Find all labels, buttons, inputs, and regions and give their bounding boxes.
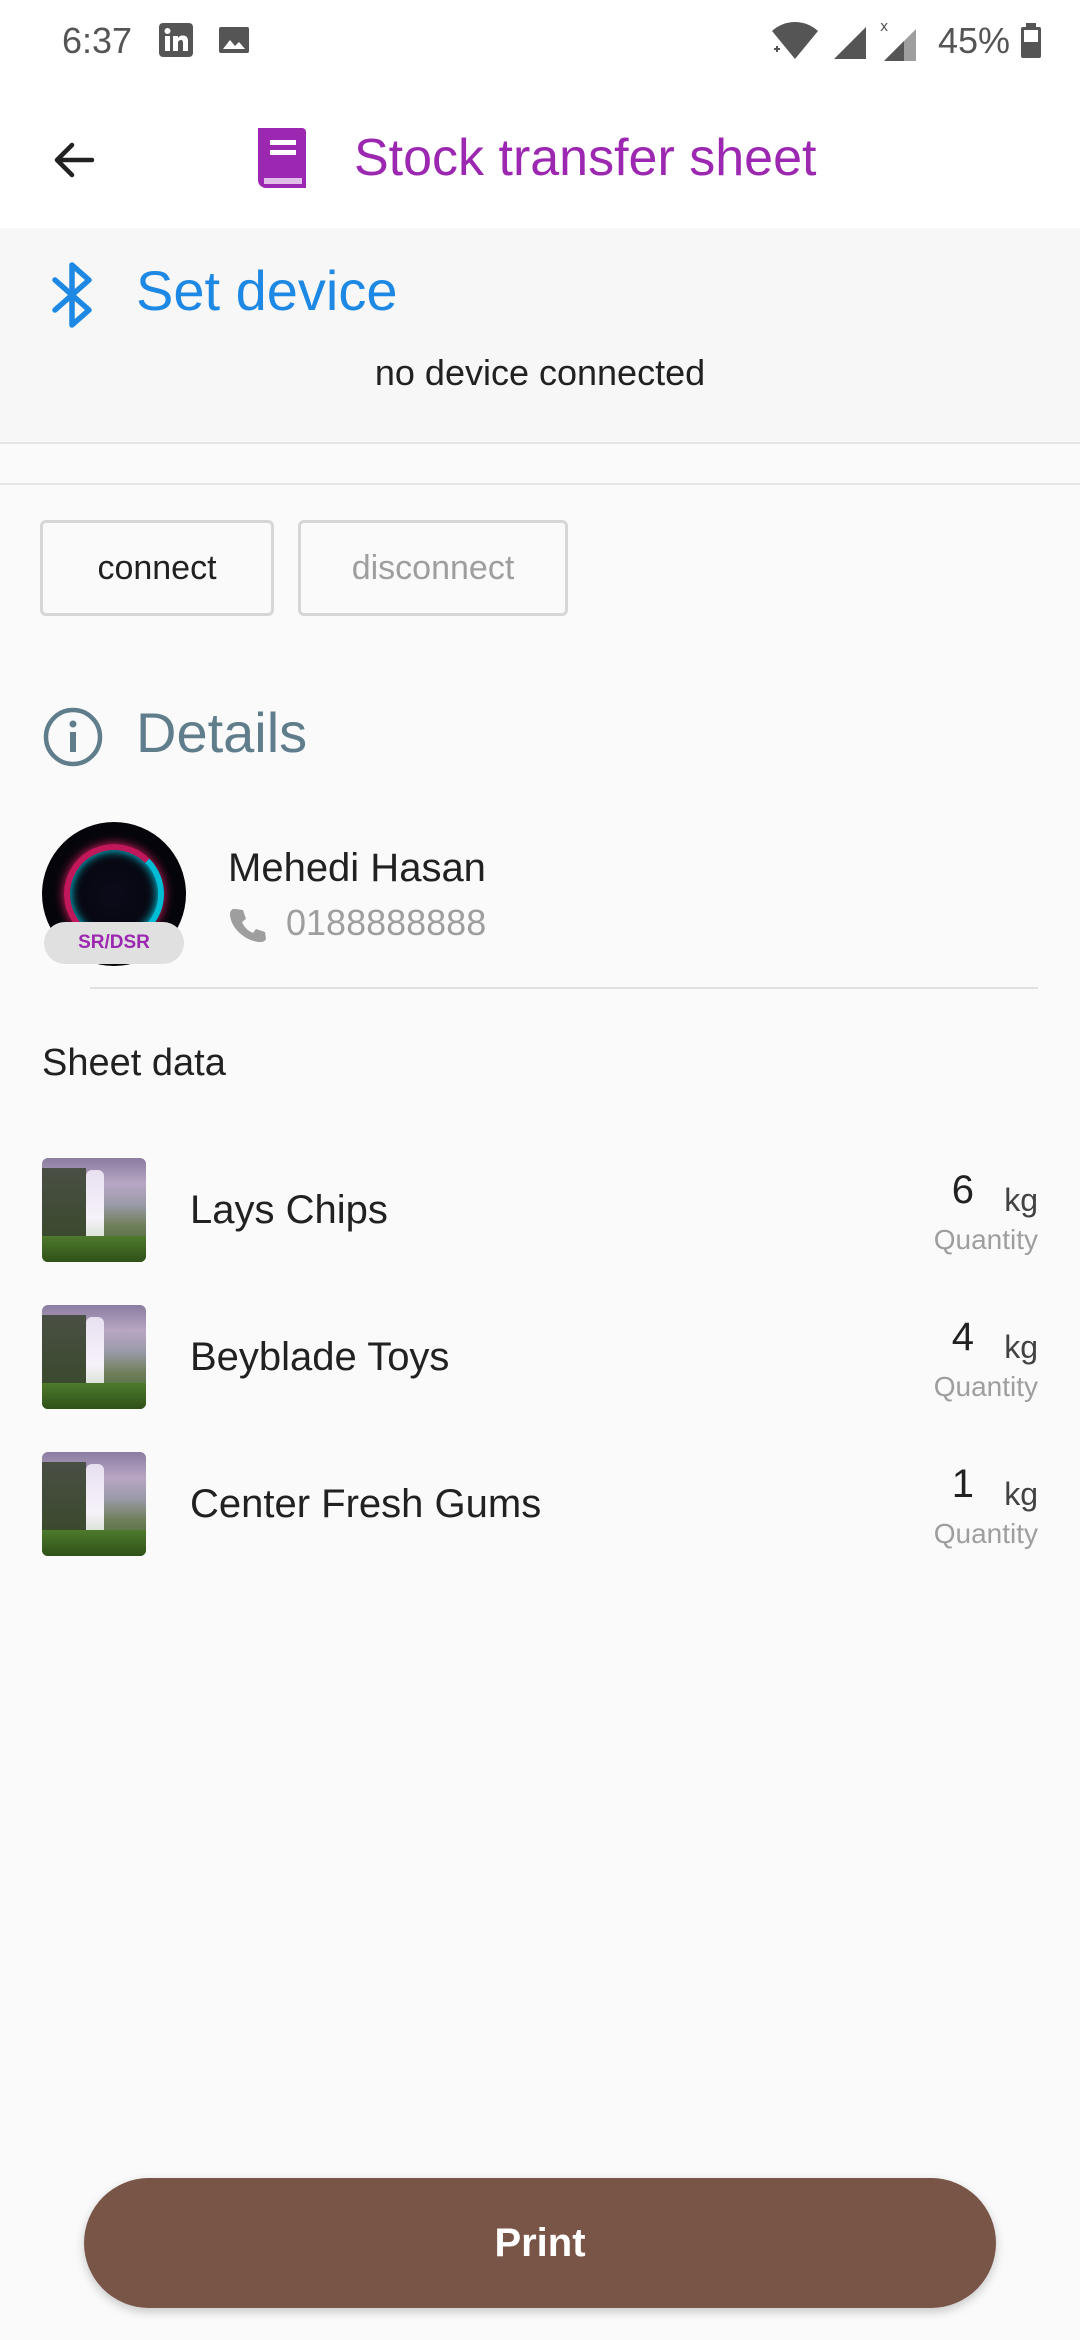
item-unit: kg (1004, 1329, 1038, 1365)
battery-percent: 45% (937, 20, 1010, 61)
thumb-grass (42, 1530, 146, 1556)
linkedin-icon (159, 23, 193, 57)
divider (0, 442, 1080, 444)
wifi-icon (771, 22, 818, 59)
divider (90, 987, 1038, 989)
divider (0, 483, 1080, 485)
sheet-data-title: Sheet data (42, 1042, 226, 1084)
role-badge: SR/DSR (44, 922, 184, 964)
disconnect-button[interactable]: disconnect (298, 520, 568, 616)
user-phone[interactable]: 0188888888 (286, 902, 486, 944)
connect-button[interactable]: connect (40, 520, 274, 616)
item-quantity: 1 (951, 1462, 974, 1506)
device-section: Set device no device connected (0, 228, 1080, 442)
item-quantity: 6 (951, 1168, 974, 1212)
list-item[interactable]: Beyblade Toys 4 kg Quantity (0, 1305, 1080, 1415)
page-title: Stock transfer sheet (354, 129, 817, 187)
item-thumbnail (42, 1158, 146, 1262)
back-arrow-icon (54, 142, 95, 178)
info-icon (43, 707, 103, 767)
set-device-title: Set device (136, 259, 398, 322)
gallery-icon (219, 27, 249, 53)
item-unit: kg (1004, 1182, 1038, 1218)
item-thumbnail (42, 1305, 146, 1409)
status-bar: 6:37 x 45% (0, 0, 1080, 84)
device-status: no device connected (374, 352, 706, 393)
item-quantity-label: Quantity (933, 1518, 1038, 1549)
thumb-grass (42, 1236, 146, 1262)
app-title-wrap: Stock transfer sheet (250, 122, 816, 194)
details-title: Details (136, 701, 308, 764)
thumb-cliff (42, 1168, 86, 1238)
list-item[interactable]: Center Fresh Gums 1 kg Quantity (0, 1452, 1080, 1562)
item-quantity: 4 (951, 1315, 974, 1359)
thumb-grass (42, 1383, 146, 1409)
status-right: x 45% (770, 18, 1042, 64)
item-unit: kg (1004, 1476, 1038, 1512)
item-name: Beyblade Toys (190, 1335, 450, 1379)
item-name: Center Fresh Gums (190, 1482, 542, 1526)
battery-icon (1021, 23, 1041, 58)
item-quantity-label: Quantity (933, 1224, 1038, 1255)
signal-no-data-icon: x (880, 19, 916, 61)
svg-text:x: x (880, 19, 888, 35)
user-name: Mehedi Hasan (228, 846, 486, 890)
bluetooth-icon (52, 262, 92, 328)
signal-icon (833, 27, 866, 59)
thumb-cliff (42, 1462, 86, 1532)
item-name: Lays Chips (190, 1188, 388, 1232)
list-item[interactable]: Lays Chips 6 kg Quantity (0, 1158, 1080, 1268)
phone-icon (230, 909, 266, 942)
thumb-cliff (42, 1315, 86, 1385)
item-thumbnail (42, 1452, 146, 1556)
back-button[interactable] (34, 120, 114, 200)
app-bar: Stock transfer sheet (0, 84, 1080, 228)
book-icon (258, 128, 306, 188)
print-button[interactable]: Print (84, 2178, 996, 2308)
item-quantity-label: Quantity (933, 1371, 1038, 1402)
status-time: 6:37 (62, 20, 133, 61)
